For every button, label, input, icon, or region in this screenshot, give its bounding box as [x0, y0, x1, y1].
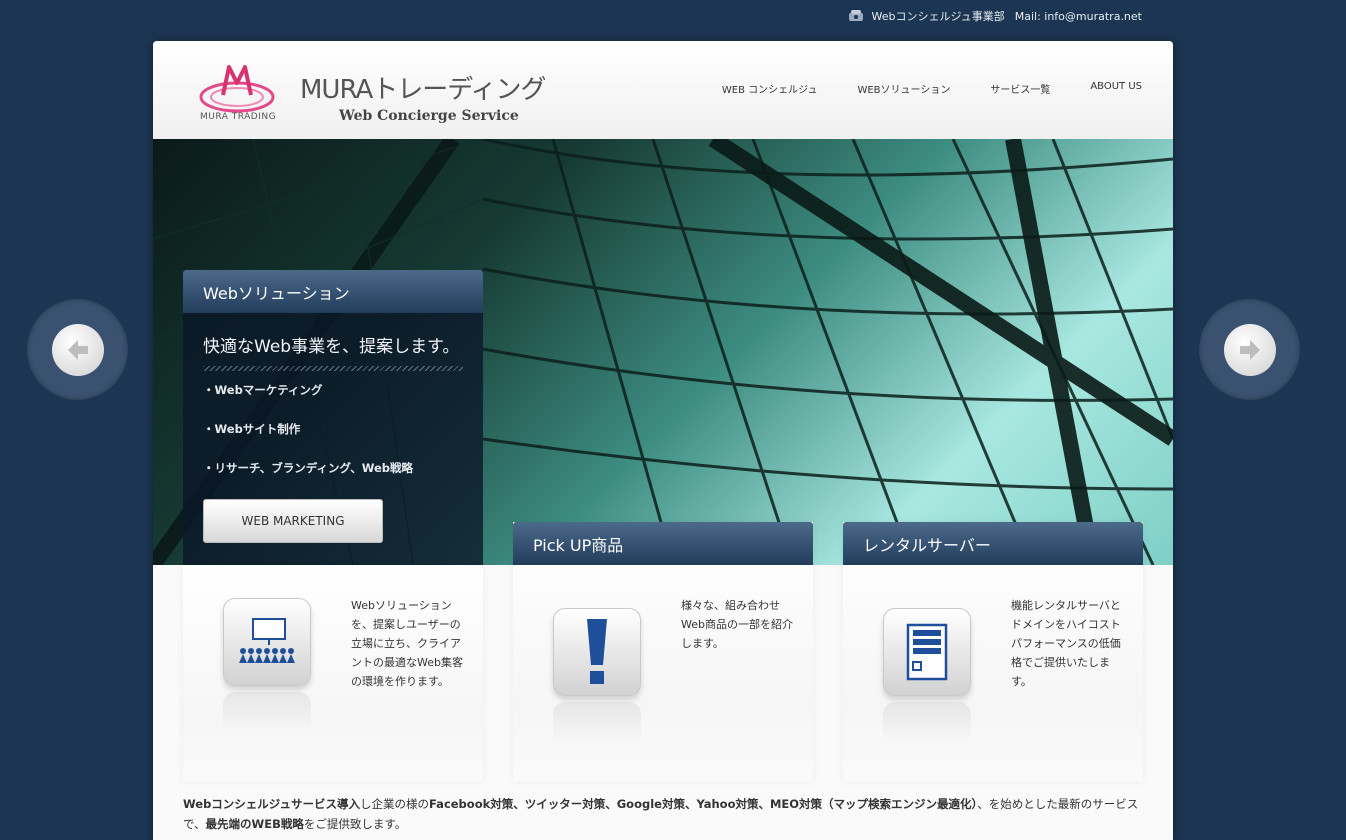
main-container: MURA TRADING MURAトレーディング Web Concierge S… — [153, 41, 1173, 840]
next-slide-button[interactable] — [1199, 299, 1300, 400]
list-item[interactable]: ・リサーチ、ブランディング、Web戦略 — [203, 460, 413, 499]
prev-slide-button[interactable] — [27, 299, 128, 400]
server-icon[interactable] — [883, 608, 971, 696]
intro-paragraph: Webコンシェルジュサービス導入し企業の様のFacebook対策、ツイッター対策… — [183, 794, 1143, 834]
icon-reflection — [223, 692, 311, 732]
card-rental-server: レンタルサーバー 機能レンタルサーバとドメインをハイコストパフォーマンスの低価格… — [843, 522, 1143, 782]
mail-link[interactable]: Mail: info@muratra.net — [1015, 10, 1142, 23]
nav-about-us[interactable]: ABOUT US — [1090, 81, 1142, 96]
card-description: 機能レンタルサーバとドメインをハイコストパフォーマンスの低価格でご提供いたします… — [1011, 599, 1121, 688]
phone-icon — [848, 10, 863, 21]
presentation-icon[interactable] — [223, 598, 311, 686]
web-marketing-button[interactable]: WEB MARKETING — [203, 499, 383, 543]
hero-banner: Webソリューション 快適なWeb事業を、提案します。 ・Webマーケティング … — [153, 139, 1173, 565]
nav-service-list[interactable]: サービス一覧 — [990, 81, 1050, 96]
list-item[interactable]: ・Webサイト制作 — [203, 421, 413, 460]
site-header: MURA TRADING MURAトレーディング Web Concierge S… — [153, 41, 1173, 139]
arrow-left-icon — [67, 339, 88, 360]
nav-web-concierge[interactable]: WEB コンシェルジュ — [722, 81, 818, 96]
intro-bold-2: Facebook対策、ツイッター対策、Google対策、Yahoo対策、MEO対… — [429, 797, 978, 811]
logo-mark-text: MURA TRADING — [200, 112, 277, 122]
card-title-rental-server[interactable]: レンタルサーバー — [843, 522, 1143, 565]
nav-web-solution[interactable]: WEBソリューション — [857, 81, 950, 96]
card-description: 様々な、組み合わせWeb商品の一部を紹介します。 — [681, 599, 793, 650]
main-nav: WEB コンシェルジュ WEBソリューション サービス一覧 ABOUT US — [722, 81, 1142, 96]
card-pickup: Pick UP商品 様々な、組み合わせWeb商品の一部を紹介します。 — [513, 522, 813, 782]
intro-bold-3: 最先端のWEB戦略 — [205, 817, 304, 831]
icon-reflection — [883, 702, 971, 742]
arrow-right-icon — [1239, 339, 1260, 360]
solution-divider — [203, 366, 463, 371]
exclamation-icon[interactable] — [553, 608, 641, 696]
card-title-pickup[interactable]: Pick UP商品 — [513, 522, 813, 565]
intro-bold-1: Webコンシェルジュサービス導入 — [183, 797, 360, 811]
solution-panel: Webソリューション 快適なWeb事業を、提案します。 ・Webマーケティング … — [183, 270, 483, 565]
department-label: Webコンシェルジュ事業部 — [871, 10, 1005, 23]
intro-text-1: し企業の様の — [360, 797, 429, 811]
logo-subtitle: Web Concierge Service — [339, 108, 519, 124]
contact-bar: Webコンシェルジュ事業部 Mail: info@muratra.net — [848, 8, 1142, 24]
list-item[interactable]: ・Webマーケティング — [203, 382, 413, 421]
icon-reflection — [553, 702, 641, 742]
solution-tagline: 快適なWeb事業を、提案します。 — [203, 337, 460, 357]
card-description: Webソリューションを、提案しユーザーの立場に立ち、クライアントの最適なWeb集… — [351, 599, 463, 688]
card-web-solution: Webソリューションを、提案しユーザーの立場に立ち、クライアントの最適なWeb集… — [183, 565, 483, 782]
solution-list: ・Webマーケティング ・Webサイト制作 ・リサーチ、ブランディング、Web戦… — [203, 382, 413, 499]
logo-name[interactable]: MURAトレーディング — [300, 69, 546, 106]
solution-panel-title: Webソリューション — [183, 270, 483, 313]
intro-text-3: をご提供致します。 — [303, 817, 407, 831]
